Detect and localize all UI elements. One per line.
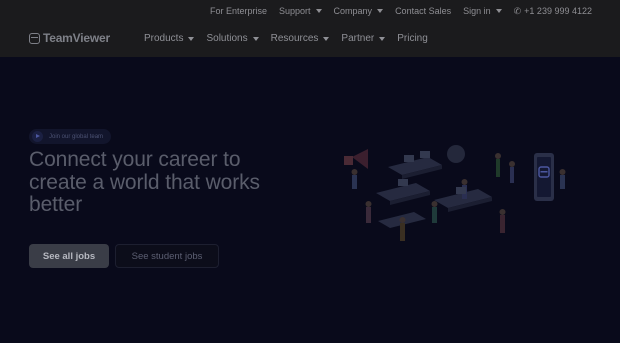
office-illustration (344, 145, 566, 241)
chevron-down-icon (315, 9, 322, 13)
nav-label: Partner (341, 33, 375, 44)
nav-label: Solutions (206, 33, 248, 44)
nav-label: Resources (270, 33, 319, 44)
topbar-label: Support (279, 6, 311, 16)
hero-section: Join our global team Connect your career… (0, 57, 620, 343)
chevron-down-icon (495, 9, 502, 13)
nav-solutions[interactable]: Solutions (206, 33, 259, 44)
teamviewer-logo-icon (29, 32, 40, 44)
topbar-support[interactable]: Support (279, 6, 322, 16)
phone-number: +1 239 999 4122 (524, 6, 592, 16)
play-icon (32, 131, 43, 142)
site-header: For Enterprise Support Company Contact S… (0, 0, 620, 57)
topbar-label: Sign in (463, 6, 491, 16)
topbar-sign-in[interactable]: Sign in (463, 6, 502, 16)
nav-label: Products (144, 33, 184, 44)
topbar-label: Contact Sales (395, 6, 452, 16)
utility-nav: For Enterprise Support Company Contact S… (210, 4, 592, 18)
join-team-badge[interactable]: Join our global team (29, 129, 112, 144)
hero-headline: Connect your career to create a world th… (29, 148, 260, 216)
phone-icon: ✆ (513, 5, 522, 16)
logo-text: TeamViewer (43, 31, 110, 45)
topbar-for-enterprise[interactable]: For Enterprise (210, 6, 267, 16)
nav-resources[interactable]: Resources (271, 33, 330, 44)
chevron-down-icon (379, 36, 386, 41)
see-student-jobs-button[interactable]: See student jobs (115, 244, 219, 268)
nav-label: Pricing (397, 33, 428, 44)
see-all-jobs-button[interactable]: See all jobs (29, 244, 109, 268)
chevron-down-icon (377, 9, 384, 13)
nav-partner[interactable]: Partner (341, 33, 386, 44)
topbar-label: For Enterprise (209, 6, 267, 16)
monitor-icon (534, 153, 554, 201)
nav-pricing[interactable]: Pricing (397, 33, 428, 44)
topbar-company[interactable]: Company (334, 6, 384, 16)
chevron-down-icon (188, 36, 195, 41)
topbar-contact-sales[interactable]: Contact Sales (395, 6, 451, 16)
topbar-label: Company (333, 6, 373, 16)
balloon-icon (447, 145, 465, 163)
nav-products[interactable]: Products (144, 33, 195, 44)
teamviewer-logo[interactable]: TeamViewer (29, 31, 110, 45)
chevron-down-icon (252, 36, 259, 41)
topbar-phone[interactable]: ✆ +1 239 999 4122 (514, 6, 592, 17)
megaphone-icon (344, 149, 368, 169)
main-nav: Products Solutions Resources Partner Pri… (144, 33, 428, 44)
chevron-down-icon (323, 36, 330, 41)
badge-label: Join our global team (49, 133, 104, 140)
